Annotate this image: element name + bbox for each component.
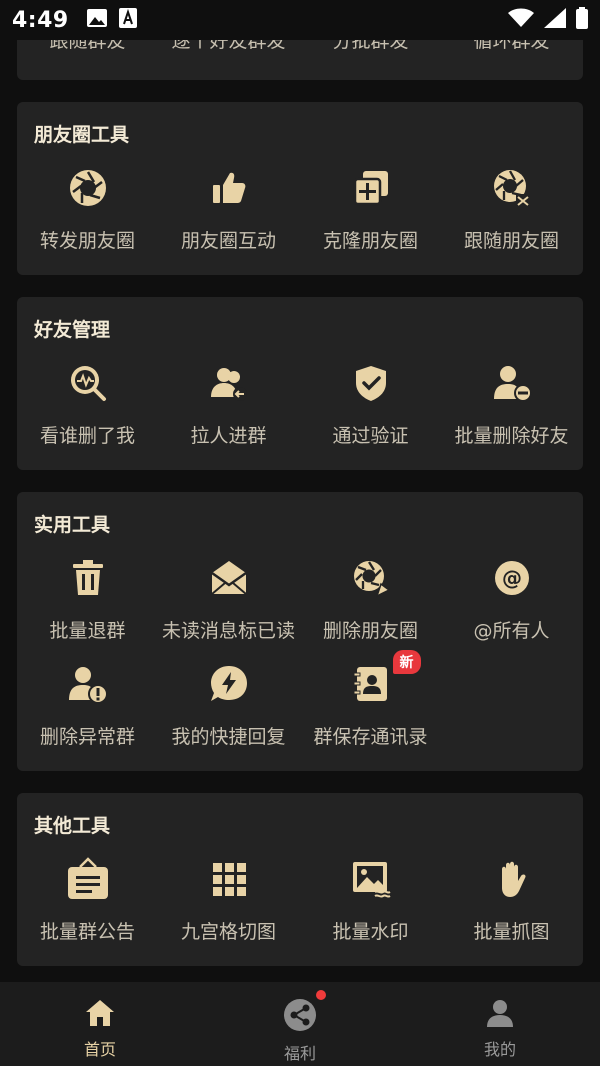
utility-tools-card: 实用工具 批量退群 未读消息标已读 删除朋友圈 @ @所有人 删除异常群 我的快… [17, 492, 583, 771]
tab-label: 福利 [283, 1044, 316, 1063]
tool-batch-quit-groups[interactable]: 批量退群 [17, 556, 158, 656]
clone-icon [349, 166, 393, 210]
section-title: 实用工具 [34, 514, 111, 536]
signal-icon [544, 8, 566, 32]
tool-label: 九宫格切图 [180, 921, 276, 943]
lightning-bubble-icon [207, 662, 251, 706]
status-time: 4:49 [12, 7, 69, 33]
new-badge: 新 [392, 650, 421, 674]
envelope-icon [207, 556, 251, 600]
tool-label: 跟随朋友圈 [463, 230, 559, 252]
tool-label: 朋友圈互动 [180, 230, 276, 252]
hand-icon [490, 857, 534, 901]
user-warning-icon [66, 662, 110, 706]
home-icon [84, 998, 116, 1032]
tool-quick-reply[interactable]: 我的快捷回复 [158, 662, 299, 762]
tool-delete-moments[interactable]: 删除朋友圈 [300, 556, 441, 656]
aperture-shuffle-icon [490, 166, 534, 210]
shield-check-icon [349, 361, 393, 405]
tool-clone-moments[interactable]: 克隆朋友圈 [300, 166, 441, 266]
tool-label: 批量群公告 [39, 921, 135, 943]
tool-label: 看谁删了我 [39, 425, 135, 447]
thumbs-up-icon [207, 166, 251, 210]
moments-tools-card: 朋友圈工具 转发朋友圈 朋友圈互动 克隆朋友圈 跟随朋友圈 [17, 102, 583, 275]
tool-batch-delete-friends[interactable]: 批量删除好友 [441, 361, 582, 461]
section-title: 好友管理 [34, 319, 111, 341]
tool-save-group-contacts[interactable]: 新 群保存通讯录 [300, 650, 441, 762]
status-bar: 4:49 [0, 0, 600, 40]
tool-at-everyone[interactable]: @ @所有人 [441, 556, 582, 656]
tool-mark-unread-read[interactable]: 未读消息标已读 [158, 556, 299, 656]
tool-label: 通过验证 [332, 425, 409, 447]
font-app-icon [118, 8, 137, 32]
tab-label: 首页 [83, 1040, 116, 1059]
bottom-tab-bar: 首页 福利 我的 [0, 982, 600, 1066]
tool-pull-into-group[interactable]: 拉人进群 [158, 361, 299, 461]
main-scroll-area[interactable]: 跟随群友 逐个好友群发 分批群发 循环群发 朋友圈工具 转发朋友圈 朋友圈互动 … [0, 0, 600, 982]
tool-label: 群保存通讯录 [313, 726, 428, 748]
section-title: 朋友圈工具 [34, 124, 130, 146]
image-icon [86, 9, 107, 31]
battery-icon [576, 7, 588, 33]
aperture-broom-icon [349, 556, 393, 600]
tool-label: 批量抓图 [473, 921, 550, 943]
tool-nine-grid-cut[interactable]: 九宫格切图 [158, 857, 299, 957]
tool-batch-group-notice[interactable]: 批量群公告 [17, 857, 158, 957]
at-icon: @ [490, 556, 534, 600]
contact-book-icon: 新 [349, 650, 421, 706]
tab-mine[interactable]: 我的 [400, 982, 600, 1066]
users-add-icon [207, 361, 251, 405]
tool-forward-moments[interactable]: 转发朋友圈 [17, 166, 158, 266]
tool-label: 删除异常群 [39, 726, 135, 748]
tab-home[interactable]: 首页 [0, 982, 200, 1066]
tool-batch-grab-images[interactable]: 批量抓图 [441, 857, 582, 957]
magnifier-pulse-icon [66, 361, 110, 405]
tool-label: 批量删除好友 [454, 425, 569, 447]
other-tools-card: 其他工具 批量群公告 九宫格切图 批量水印 批量抓图 [17, 793, 583, 966]
tool-label: 删除朋友圈 [322, 620, 418, 642]
user-remove-icon [490, 361, 534, 405]
tool-label: 批量水印 [332, 921, 409, 943]
trash-icon [66, 556, 110, 600]
section-title: 其他工具 [34, 815, 111, 837]
tool-label: 拉人进群 [190, 425, 267, 447]
tool-label: 未读消息标已读 [161, 620, 295, 642]
tool-label: 我的快捷回复 [171, 726, 286, 748]
tool-pass-verification[interactable]: 通过验证 [300, 361, 441, 461]
tool-who-deleted-me[interactable]: 看谁删了我 [17, 361, 158, 461]
tab-welfare[interactable]: 福利 [200, 982, 400, 1066]
tool-delete-abnormal-groups[interactable]: 删除异常群 [17, 662, 158, 762]
tool-label: @所有人 [473, 620, 550, 642]
tool-batch-watermark[interactable]: 批量水印 [300, 857, 441, 957]
friend-management-card: 好友管理 看谁删了我 拉人进群 通过验证 批量删除好友 [17, 297, 583, 470]
tool-label: 转发朋友圈 [39, 230, 135, 252]
tool-follow-moments[interactable]: 跟随朋友圈 [441, 166, 582, 266]
aperture-icon [66, 166, 110, 210]
tool-moments-interaction[interactable]: 朋友圈互动 [158, 166, 299, 266]
image-watermark-icon [349, 857, 393, 901]
tool-label: 批量退群 [49, 620, 126, 642]
share-icon [283, 998, 317, 1036]
notice-board-icon [66, 857, 110, 901]
user-icon [485, 998, 515, 1032]
tool-label: 克隆朋友圈 [322, 230, 418, 252]
notification-dot [316, 990, 326, 1000]
svg-text:@: @ [502, 566, 522, 590]
grid-icon [207, 857, 251, 901]
wifi-icon [508, 8, 534, 32]
tab-label: 我的 [483, 1040, 516, 1059]
